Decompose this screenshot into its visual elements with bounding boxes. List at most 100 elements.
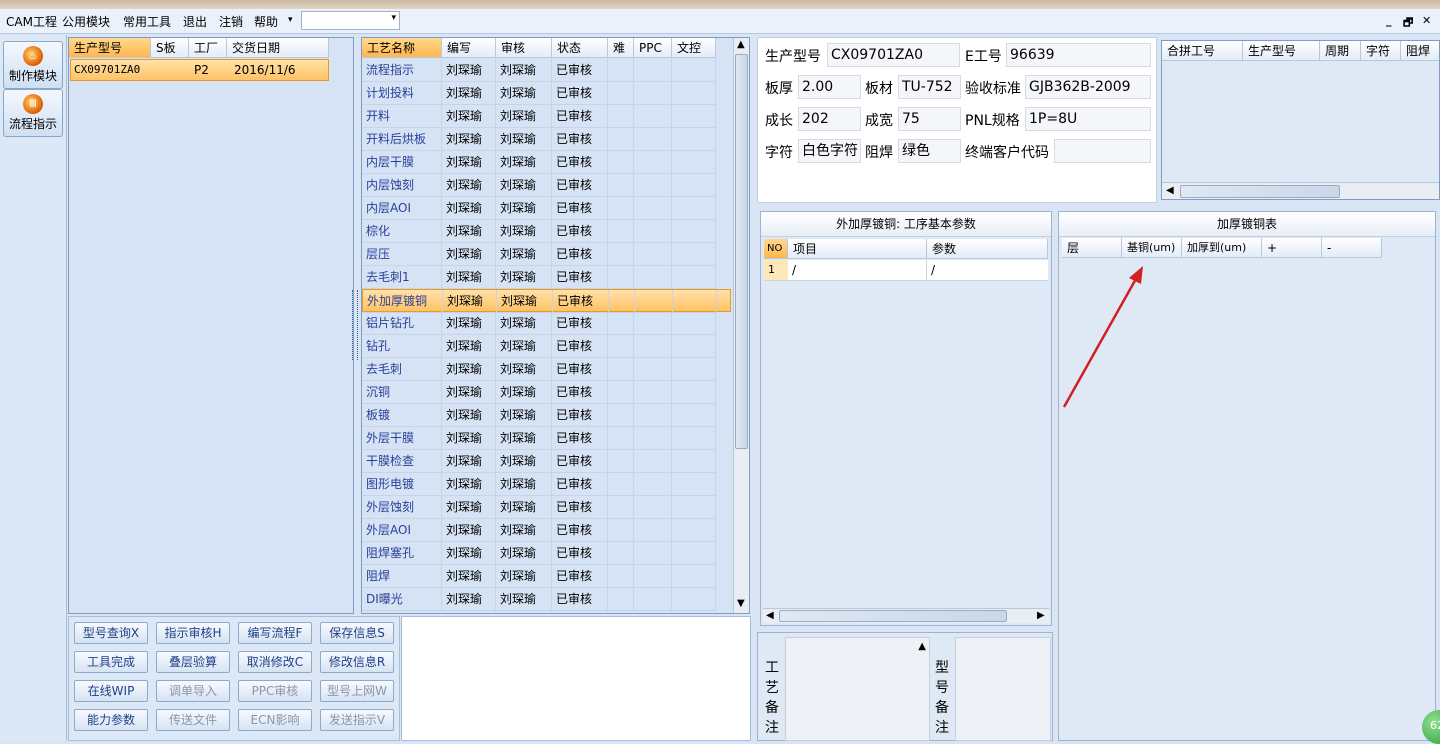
col-header-reviewer[interactable]: 审核 xyxy=(496,38,552,58)
scroll-thumb[interactable] xyxy=(1180,185,1340,198)
scroll-thumb[interactable] xyxy=(735,54,748,449)
model-remark-input[interactable] xyxy=(955,637,1051,741)
col-header-factory[interactable]: 工厂 xyxy=(189,38,227,58)
action-button-5[interactable]: 工具完成 xyxy=(74,651,148,673)
scroll-left-icon[interactable]: ◀ xyxy=(766,610,774,621)
col-header-layer[interactable]: 层 xyxy=(1062,238,1122,258)
col-header-s-board[interactable]: S板 xyxy=(151,38,189,58)
standard-field[interactable]: GJB362B-2009 xyxy=(1025,75,1151,99)
action-button-6[interactable]: 叠层验算 xyxy=(156,651,230,673)
menu-public-module[interactable]: 公用模块 xyxy=(62,13,110,30)
table-row[interactable]: 内层蚀刻 刘琛瑜 刘琛瑜 已审核 xyxy=(362,174,731,197)
scroll-right-icon[interactable]: ▶ xyxy=(1037,610,1045,621)
table-row[interactable]: 外层干膜 刘琛瑜 刘琛瑜 已审核 xyxy=(362,427,731,450)
thickness-field[interactable]: 2.00 xyxy=(798,75,861,99)
param-row-param[interactable]: / xyxy=(927,260,1048,281)
col-header-thicken-to[interactable]: 加厚到(um) xyxy=(1182,238,1262,258)
action-button-11[interactable]: PPC审核 xyxy=(238,680,312,702)
action-button-7[interactable]: 取消修改C xyxy=(238,651,312,673)
action-button-13[interactable]: 能力参数 xyxy=(74,709,148,731)
action-button-8[interactable]: 修改信息R xyxy=(320,651,394,673)
table-row[interactable]: 干膜检查 刘琛瑜 刘琛瑜 已审核 xyxy=(362,450,731,473)
action-button-1[interactable]: 型号查询X xyxy=(74,622,148,644)
col-header-minus[interactable]: - xyxy=(1322,238,1382,258)
width-field[interactable]: 75 xyxy=(898,107,961,131)
table-row[interactable]: 内层干膜 刘琛瑜 刘琛瑜 已审核 xyxy=(362,151,731,174)
scroll-down-icon[interactable]: ▼ xyxy=(737,598,745,609)
col-header-silk[interactable]: 字符 xyxy=(1361,41,1401,61)
col-header-writer[interactable]: 编写 xyxy=(442,38,496,58)
table-row[interactable]: 阻焊 刘琛瑜 刘琛瑜 已审核 xyxy=(362,565,731,588)
table-row[interactable]: 开料 刘琛瑜 刘琛瑜 已审核 xyxy=(362,105,731,128)
table-row[interactable]: 去毛刺1 刘琛瑜 刘琛瑜 已审核 xyxy=(362,266,731,289)
table-row[interactable]: 阻焊塞孔 刘琛瑜 刘琛瑜 已审核 xyxy=(362,542,731,565)
col-header-process-name[interactable]: 工艺名称 xyxy=(362,38,442,58)
table-row[interactable]: 外加厚镀铜 刘琛瑜 刘琛瑜 已审核 xyxy=(362,289,731,313)
material-field[interactable]: TU-752 xyxy=(898,75,961,99)
col-header-difficulty[interactable]: 难 xyxy=(608,38,634,58)
param-row-item[interactable]: / xyxy=(788,260,927,281)
restore-icon[interactable]: 🗗 xyxy=(1403,14,1413,33)
table-row[interactable]: 外层蚀刻 刘琛瑜 刘琛瑜 已审核 xyxy=(362,496,731,519)
action-button-9[interactable]: 在线WIP xyxy=(74,680,148,702)
vertical-scrollbar[interactable]: ▲ ▼ xyxy=(733,38,749,613)
menu-exit[interactable]: 退出 xyxy=(183,13,207,30)
menu-help[interactable]: 帮助 xyxy=(254,13,278,30)
action-button-4[interactable]: 保存信息S xyxy=(320,622,394,644)
silk-field[interactable]: 白色字符 xyxy=(798,139,861,163)
col-header-ppc[interactable]: PPC xyxy=(634,38,672,58)
customer-field[interactable] xyxy=(1054,139,1151,163)
table-row[interactable]: 层压 刘琛瑜 刘琛瑜 已审核 xyxy=(362,243,731,266)
col-header-item[interactable]: 项目 xyxy=(788,239,927,259)
menu-combo-select[interactable]: ▾ xyxy=(301,11,400,30)
help-dropdown-icon[interactable]: ▾ xyxy=(288,15,293,25)
col-header-merge-model[interactable]: 生产型号 xyxy=(1243,41,1320,61)
col-header-mask[interactable]: 阻焊 xyxy=(1401,41,1439,61)
table-row[interactable]: 去毛刺 刘琛瑜 刘琛瑜 已审核 xyxy=(362,358,731,381)
col-header-period[interactable]: 周期 xyxy=(1320,41,1361,61)
length-field[interactable]: 202 xyxy=(798,107,861,131)
menu-tools[interactable]: 常用工具 xyxy=(123,13,171,30)
scroll-up-icon[interactable]: ▲ xyxy=(737,39,745,50)
table-row[interactable]: 内层AOI 刘琛瑜 刘琛瑜 已审核 xyxy=(362,197,731,220)
scroll-thumb[interactable] xyxy=(779,610,1007,622)
menu-logout[interactable]: 注销 xyxy=(219,13,243,30)
action-button-14[interactable]: 传送文件 xyxy=(156,709,230,731)
table-row[interactable]: 图形电镀 刘琛瑜 刘琛瑜 已审核 xyxy=(362,473,731,496)
table-row[interactable]: 开料后烘板 刘琛瑜 刘琛瑜 已审核 xyxy=(362,128,731,151)
model-field[interactable]: CX09701ZA0 xyxy=(827,43,960,67)
scroll-up-icon[interactable]: ▲ xyxy=(918,641,926,652)
splitter-handle[interactable] xyxy=(352,290,358,360)
table-row[interactable]: 铝片钻孔 刘琛瑜 刘琛瑜 已审核 xyxy=(362,312,731,335)
col-header-base-copper[interactable]: 基铜(um) xyxy=(1122,238,1182,258)
nav-button-flow[interactable]: Ⅲ 流程指示 xyxy=(3,89,63,137)
col-header-doc-control[interactable]: 文控 xyxy=(672,38,716,58)
menu-cam[interactable]: CAM工程 xyxy=(6,13,57,30)
action-button-12[interactable]: 型号上网W xyxy=(320,680,394,702)
col-header-plus[interactable]: + xyxy=(1262,238,1322,258)
action-button-16[interactable]: 发送指示V xyxy=(320,709,394,731)
table-row[interactable]: 外层AOI 刘琛瑜 刘琛瑜 已审核 xyxy=(362,519,731,542)
mask-field[interactable]: 绿色 xyxy=(898,139,961,163)
table-row[interactable]: 钻孔 刘琛瑜 刘琛瑜 已审核 xyxy=(362,335,731,358)
table-row[interactable]: 流程指示 刘琛瑜 刘琛瑜 已审核 xyxy=(362,59,731,82)
col-header-status[interactable]: 状态 xyxy=(552,38,608,58)
close-icon[interactable]: ✕ xyxy=(1422,14,1431,27)
minimize-icon[interactable]: _ xyxy=(1386,14,1392,27)
action-button-10[interactable]: 调单导入 xyxy=(156,680,230,702)
table-row[interactable]: 板镀 刘琛瑜 刘琛瑜 已审核 xyxy=(362,404,731,427)
col-header-merge-no[interactable]: 合拼工号 xyxy=(1162,41,1243,61)
e-no-field[interactable]: 96639 xyxy=(1006,43,1151,67)
col-header-param[interactable]: 参数 xyxy=(927,239,1048,259)
nav-button-make-module[interactable]: ♨ 制作模块 xyxy=(3,41,63,89)
process-remark-input[interactable]: ▲ xyxy=(785,637,930,741)
action-button-2[interactable]: 指示审核H xyxy=(156,622,230,644)
horizontal-scrollbar[interactable]: ◀ ▶ xyxy=(763,608,1049,623)
pnl-field[interactable]: 1P=8U xyxy=(1025,107,1151,131)
col-header-date[interactable]: 交货日期 xyxy=(227,38,329,58)
action-button-3[interactable]: 编写流程F xyxy=(238,622,312,644)
table-row[interactable]: 计划投料 刘琛瑜 刘琛瑜 已审核 xyxy=(362,82,731,105)
table-row[interactable]: 沉铜 刘琛瑜 刘琛瑜 已审核 xyxy=(362,381,731,404)
action-button-15[interactable]: ECN影响 xyxy=(238,709,312,731)
col-header-no[interactable]: NO xyxy=(764,239,788,259)
